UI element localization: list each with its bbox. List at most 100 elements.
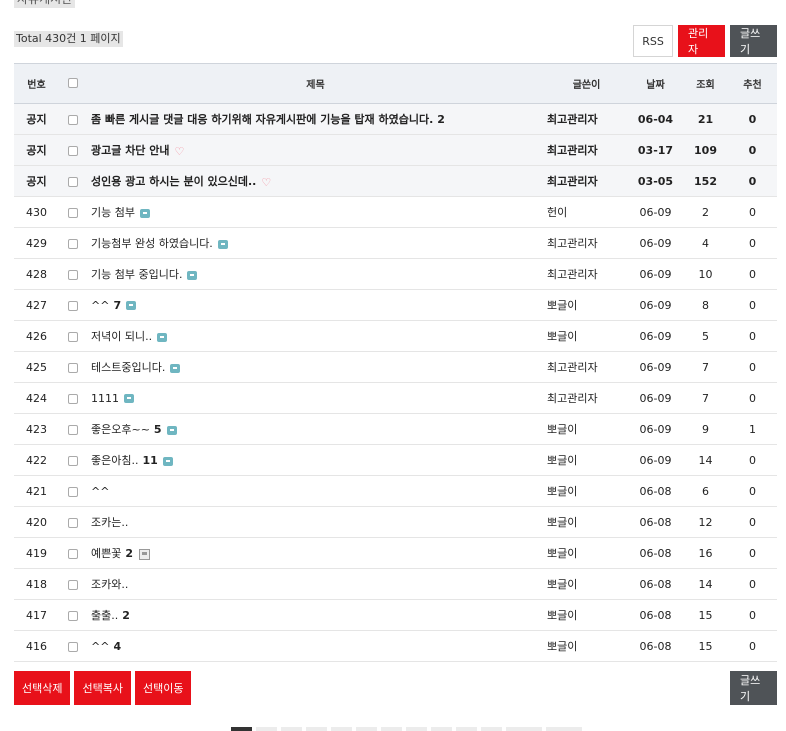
- row-checkbox[interactable]: [67, 269, 78, 280]
- post-writer[interactable]: 최고관리자: [545, 382, 628, 414]
- post-title-link[interactable]: 조카는..: [91, 516, 128, 529]
- move-selected-button[interactable]: 선택이동: [134, 671, 192, 705]
- header-checkbox-cell: [59, 63, 86, 104]
- post-number: 428: [14, 258, 59, 290]
- post-title-link[interactable]: 예쁜꽃: [91, 547, 121, 560]
- row-checkbox[interactable]: [67, 176, 78, 187]
- post-title-link[interactable]: 테스트중입니다.: [91, 361, 165, 374]
- post-title-link[interactable]: 성인용 광고 하시는 분이 있으신데..: [91, 175, 256, 188]
- post-title-link[interactable]: ^^: [91, 485, 109, 498]
- post-title-link[interactable]: 기능 첨부 중입니다.: [91, 268, 182, 281]
- post-number: 공지: [14, 103, 59, 135]
- post-title-link[interactable]: 1111: [91, 392, 119, 405]
- page-link[interactable]: [406, 727, 427, 731]
- post-title-link[interactable]: ^^: [91, 299, 109, 312]
- row-checkbox[interactable]: [67, 238, 78, 249]
- post-hit: 16: [683, 537, 728, 569]
- post-writer[interactable]: 뽀글이: [545, 506, 628, 538]
- post-title-link[interactable]: 출출..: [91, 609, 118, 622]
- header-num: 번호: [14, 63, 59, 104]
- delete-selected-button[interactable]: 선택삭제: [14, 671, 71, 705]
- post-writer[interactable]: 뽀글이: [545, 444, 628, 476]
- table-header-row: 번호 제목 글쓴이 날짜 조회 추천: [14, 63, 777, 104]
- table-row: 428 기능 첨부 중입니다. 최고관리자 06-09 10 0: [14, 258, 777, 290]
- post-writer[interactable]: 뽀글이: [545, 537, 628, 569]
- row-checkbox-cell: [59, 630, 86, 662]
- row-checkbox-cell: [59, 103, 86, 135]
- post-hit: 109: [683, 134, 728, 166]
- post-writer[interactable]: 최고관리자: [545, 165, 628, 197]
- admin-button[interactable]: 관리자: [678, 25, 725, 57]
- post-writer[interactable]: 뽀글이: [545, 568, 628, 600]
- page-link[interactable]: [481, 727, 502, 731]
- row-checkbox[interactable]: [67, 145, 78, 156]
- post-title-link[interactable]: 좀 빠른 게시글 댓글 대응 하기위해 자유게시판에 기능을 탑재 하였습니다.: [91, 113, 433, 126]
- row-checkbox[interactable]: [67, 362, 78, 373]
- post-writer[interactable]: 최고관리자: [545, 351, 628, 383]
- page-link[interactable]: [431, 727, 452, 731]
- post-good: 0: [728, 258, 777, 290]
- post-writer[interactable]: 뽀글이: [545, 599, 628, 631]
- post-title-link[interactable]: ^^: [91, 640, 109, 653]
- post-writer[interactable]: 최고관리자: [545, 227, 628, 259]
- comment-icon: [126, 301, 137, 310]
- row-checkbox[interactable]: [67, 331, 78, 342]
- post-writer[interactable]: 뽀글이: [545, 475, 628, 507]
- row-checkbox[interactable]: [67, 207, 78, 218]
- post-subject-cell: ^^: [86, 475, 545, 507]
- row-checkbox[interactable]: [67, 300, 78, 311]
- post-title-link[interactable]: 저녁이 되니..: [91, 330, 152, 343]
- post-title-link[interactable]: 조카와..: [91, 578, 128, 591]
- row-checkbox[interactable]: [67, 579, 78, 590]
- post-writer[interactable]: 뽀글이: [545, 320, 628, 352]
- row-checkbox[interactable]: [67, 610, 78, 621]
- post-good: 0: [728, 444, 777, 476]
- page-link[interactable]: [356, 727, 377, 731]
- post-writer[interactable]: 최고관리자: [545, 134, 628, 166]
- page-link[interactable]: [546, 727, 582, 731]
- rss-button[interactable]: RSS: [633, 25, 673, 57]
- post-writer[interactable]: 뽀글이: [545, 413, 628, 445]
- post-number: 418: [14, 568, 59, 600]
- row-checkbox-cell: [59, 568, 86, 600]
- post-writer[interactable]: 뽀글이: [545, 289, 628, 321]
- page-link[interactable]: [306, 727, 327, 731]
- post-hit: 7: [683, 382, 728, 414]
- page-link[interactable]: [506, 727, 542, 731]
- post-writer[interactable]: 헌이: [545, 196, 628, 228]
- select-all-checkbox[interactable]: [67, 78, 78, 88]
- write-button[interactable]: 글쓰기: [730, 25, 777, 57]
- post-date: 06-09: [628, 227, 683, 259]
- table-row: 공지 성인용 광고 하시는 분이 있으신데.. ♡ 최고관리자 03-05 152 0: [14, 165, 777, 197]
- post-writer[interactable]: 뽀글이: [545, 630, 628, 662]
- post-title-link[interactable]: 기능 첨부: [91, 206, 135, 219]
- row-checkbox-cell: [59, 475, 86, 507]
- page-link[interactable]: [456, 727, 477, 731]
- page-link[interactable]: [256, 727, 277, 731]
- page-link[interactable]: [281, 727, 302, 731]
- post-title-link[interactable]: 기능첨부 완성 하였습니다.: [91, 237, 213, 250]
- row-checkbox[interactable]: [67, 486, 78, 497]
- row-checkbox[interactable]: [67, 114, 78, 125]
- post-subject-cell: 기능 첨부 중입니다.: [86, 258, 545, 290]
- row-checkbox[interactable]: [67, 424, 78, 435]
- board-table: 번호 제목 글쓴이 날짜 조회 추천 공지 좀 빠른 게시글 댓글 대응 하기위해…: [14, 63, 777, 662]
- page-current[interactable]: [231, 727, 252, 731]
- row-checkbox[interactable]: [67, 455, 78, 466]
- row-checkbox[interactable]: [67, 517, 78, 528]
- post-writer[interactable]: 최고관리자: [545, 258, 628, 290]
- write-button-bottom[interactable]: 글쓰기: [730, 671, 777, 705]
- post-hit: 15: [683, 630, 728, 662]
- row-checkbox[interactable]: [67, 641, 78, 652]
- post-title-link[interactable]: 좋은아침..: [91, 454, 138, 467]
- post-title-link[interactable]: 좋은오후~~: [91, 423, 150, 436]
- row-checkbox[interactable]: [67, 548, 78, 559]
- page-link[interactable]: [331, 727, 352, 731]
- post-title-link[interactable]: 광고글 차단 안내: [91, 144, 170, 157]
- post-writer[interactable]: 최고관리자: [545, 103, 628, 135]
- copy-selected-button[interactable]: 선택복사: [74, 671, 131, 705]
- post-good: 0: [728, 320, 777, 352]
- row-checkbox[interactable]: [67, 393, 78, 404]
- row-checkbox-cell: [59, 382, 86, 414]
- page-link[interactable]: [381, 727, 402, 731]
